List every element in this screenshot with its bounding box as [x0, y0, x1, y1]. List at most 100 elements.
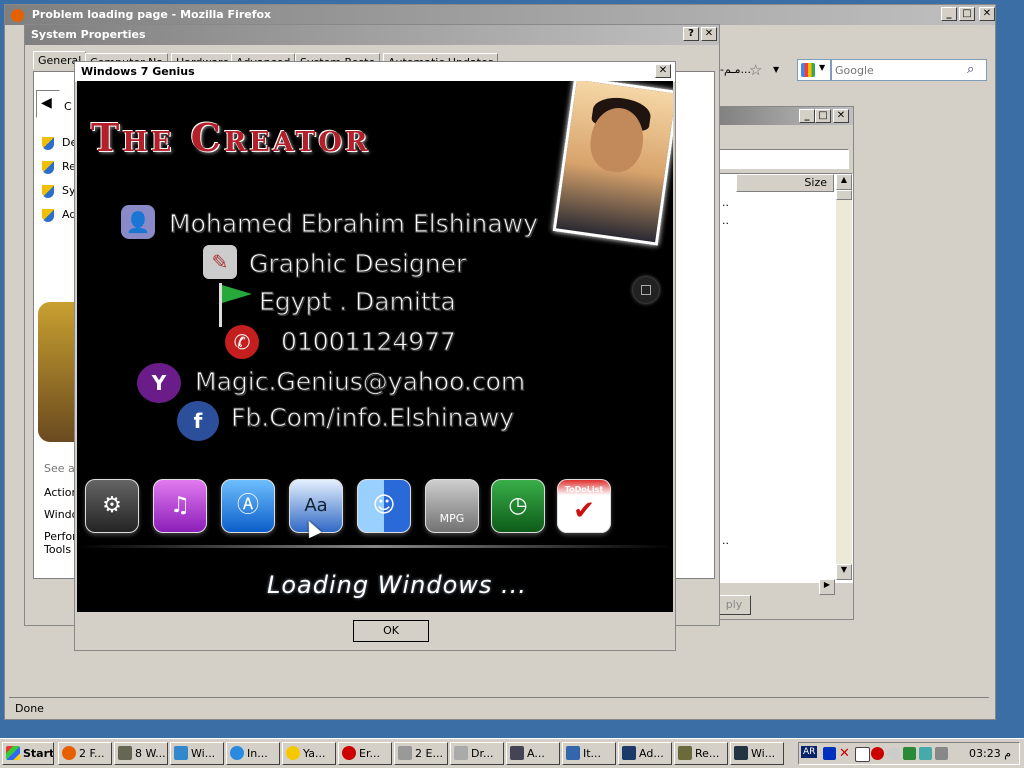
size-column-label: Size	[804, 176, 827, 189]
slider-knob[interactable]	[633, 277, 659, 303]
tray-x-icon[interactable]: ✕	[839, 747, 852, 760]
taskbar-btn-wi[interactable]: Wi...	[170, 742, 224, 765]
list-item: ..	[722, 214, 729, 227]
start-button[interactable]: Start	[2, 742, 54, 765]
todolist-icon[interactable]: ToDoList ✔	[557, 479, 611, 533]
left-item-4[interactable]: Ad	[42, 208, 76, 222]
designer-phone: 01001124977	[281, 327, 457, 357]
taskbar-btn-firefox[interactable]: 2 F...	[58, 742, 112, 765]
tray-page-icon[interactable]	[855, 747, 870, 762]
phone-icon: ✆	[225, 325, 259, 359]
app-icon	[510, 746, 524, 760]
tray-network-icon[interactable]	[919, 747, 932, 760]
size-column-header[interactable]: Size	[736, 174, 834, 192]
panel-label: C	[64, 100, 72, 113]
system-properties-titlebar[interactable]: System Properties	[25, 25, 719, 45]
photoshop-icon	[622, 746, 636, 760]
app-icon	[174, 746, 188, 760]
search-engine-button[interactable]: ▼	[797, 59, 831, 81]
shield-icon	[42, 208, 54, 222]
tray-shield-icon[interactable]	[903, 747, 916, 760]
taskbar-btn-ie[interactable]: In...	[226, 742, 280, 765]
apply-label: ply	[725, 598, 743, 611]
scroll-down-button[interactable]: ▼	[836, 564, 852, 580]
itunes-music-icon[interactable]: ♫	[153, 479, 207, 533]
minimize-icon[interactable]: _	[941, 7, 957, 21]
search-input[interactable]	[831, 59, 987, 81]
left-item-1[interactable]: De	[42, 136, 77, 150]
designer-photo	[552, 81, 673, 246]
tray-blue-icon[interactable]	[823, 747, 836, 760]
see-also-label: See al	[44, 462, 78, 475]
speaker-icon: ◀	[41, 95, 52, 111]
tray-smiley-icon[interactable]	[887, 747, 900, 760]
search-icon[interactable]: ⌕	[967, 62, 974, 77]
left-item-2[interactable]: Re	[42, 160, 76, 174]
scroll-up-button[interactable]: ▲	[836, 174, 852, 190]
genius-titlebar[interactable]: Windows 7 Genius	[75, 62, 675, 82]
close-icon[interactable]: ✕	[833, 109, 849, 123]
ok-label: OK	[383, 624, 399, 637]
tank-image	[38, 302, 76, 442]
windows-logo-icon	[6, 746, 20, 760]
google-icon	[801, 63, 815, 77]
designer-location: Egypt . Damitta	[259, 287, 457, 317]
close-icon[interactable]: ✕	[701, 27, 717, 41]
shield-icon	[42, 136, 54, 150]
language-indicator[interactable]: AR	[801, 746, 818, 758]
maximize-icon[interactable]: □	[815, 109, 831, 123]
vertical-scrollbar[interactable]: ▲ ▼	[836, 174, 852, 580]
taskbar-btn-explorer[interactable]: 2 E...	[394, 742, 448, 765]
close-icon[interactable]: ✕	[655, 64, 671, 78]
minimize-icon[interactable]: _	[799, 109, 815, 123]
explorer-address[interactable]	[719, 149, 849, 169]
designer-name: Mohamed Ebrahim Elshinawy	[169, 209, 539, 239]
finder-icon[interactable]: ☺	[357, 479, 411, 533]
taskbar-btn-w[interactable]: 8 W...	[114, 742, 168, 765]
person-icon: 👤	[121, 205, 155, 239]
explorer-window: _ □ ✕ Size .. .. .. ▲ ▼ ▶ ply	[677, 106, 854, 620]
list-item: ..	[722, 534, 729, 547]
taskbar-btn-dr[interactable]: Dr...	[450, 742, 504, 765]
genius-title: Windows 7 Genius	[81, 65, 195, 78]
taskbar-btn-opera[interactable]: Er...	[338, 742, 392, 765]
taskbar-btn-a[interactable]: A...	[506, 742, 560, 765]
ok-button[interactable]: OK	[353, 620, 429, 642]
mpg-fuel-icon[interactable]: MPG	[425, 479, 479, 533]
taskbar: Start 2 F... 8 W... Wi... In... Ya... Er…	[0, 738, 1024, 768]
tray-opera-icon[interactable]	[871, 747, 884, 760]
drive-icon	[454, 746, 468, 760]
system-properties-title: System Properties	[31, 28, 146, 41]
bookmark-star-icon[interactable]: ☆	[749, 61, 762, 79]
taskbar-btn-wi2[interactable]: Wi...	[730, 742, 784, 765]
help-icon[interactable]: ?	[683, 27, 699, 41]
facebook-icon: f	[177, 401, 219, 441]
system-tray: AR ✕ 03:23 م	[798, 742, 1020, 765]
clock[interactable]: 03:23 م	[969, 747, 1011, 760]
firefox-titlebar[interactable]: Problem loading page - Mozilla Firefox	[5, 5, 995, 25]
scroll-right-button[interactable]: ▶	[819, 579, 835, 595]
app-store-icon[interactable]: Ⓐ	[221, 479, 275, 533]
taskbar-btn-re[interactable]: Re...	[674, 742, 728, 765]
folder-icon	[398, 746, 412, 760]
taskbar-btn-photoshop[interactable]: Ad...	[618, 742, 672, 765]
close-icon[interactable]: ✕	[979, 7, 995, 21]
left-item-3[interactable]: Sy	[42, 184, 76, 198]
genius-splash: The Creator 👤 Mohamed Ebrahim Elshinawy …	[77, 81, 673, 612]
flag-icon	[219, 283, 252, 327]
dropdown-arrow-icon[interactable]: ▼	[773, 65, 779, 74]
status-text: Done	[15, 702, 44, 715]
settings-gear-icon[interactable]: ⚙	[85, 479, 139, 533]
file-list[interactable]: Size .. .. .. ▲ ▼	[719, 173, 853, 583]
maximize-icon[interactable]: □	[959, 7, 975, 21]
time-machine-icon[interactable]: ◷	[491, 479, 545, 533]
designer-facebook: Fb.Com/info.Elshinawy	[230, 403, 515, 433]
scroll-thumb[interactable]	[836, 190, 852, 200]
yahoo-messenger-icon	[286, 746, 300, 760]
taskbar-btn-yahoo[interactable]: Ya...	[282, 742, 336, 765]
taskbar-btn-it[interactable]: It...	[562, 742, 616, 765]
opera-icon	[342, 746, 356, 760]
designer-role: Graphic Designer	[248, 249, 467, 279]
window-group-icon	[118, 746, 132, 760]
tray-volume-icon[interactable]	[935, 747, 948, 760]
